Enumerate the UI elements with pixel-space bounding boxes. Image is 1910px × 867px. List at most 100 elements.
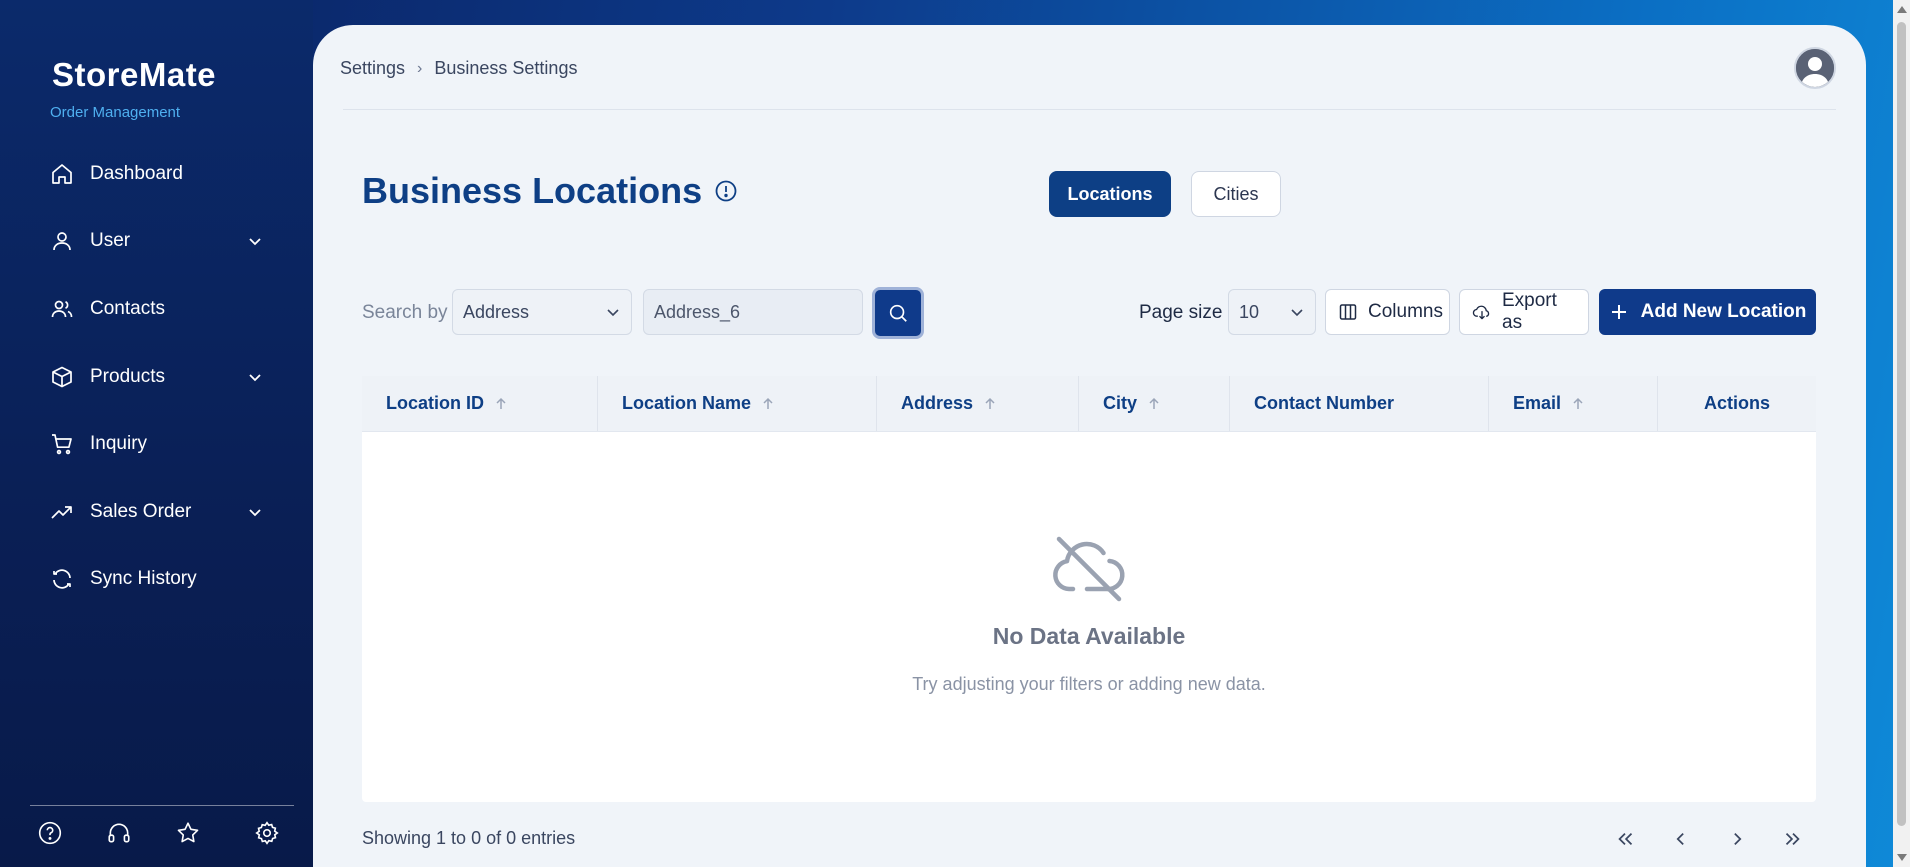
chevron-down-icon (247, 233, 263, 249)
sidebar-item-label: User (90, 230, 131, 252)
column-header-label: Address (901, 393, 974, 413)
column-header-actions: Actions (1658, 376, 1816, 431)
page-size-select[interactable]: 10 (1228, 289, 1316, 335)
add-new-location-button[interactable]: Add New Location (1599, 289, 1816, 335)
cloud-off-icon (1051, 531, 1127, 607)
sidebar-item-label: Sales Order (90, 500, 192, 522)
search-button[interactable] (872, 287, 924, 339)
pagination (1582, 826, 1806, 852)
page-scrollbar[interactable] (1893, 0, 1910, 867)
sidebar-item-label: Sync History (90, 568, 197, 590)
chevron-down-icon (605, 304, 621, 320)
users-icon (50, 297, 74, 321)
export-button[interactable]: Export as (1459, 289, 1589, 335)
entries-info: Showing 1 to 0 of 0 entries (362, 828, 576, 848)
arrow-up-icon (1147, 397, 1161, 411)
chevron-down-icon (247, 504, 263, 520)
columns-icon (1338, 302, 1358, 322)
scroll-up-arrow-icon[interactable] (1897, 6, 1907, 13)
search-by-select[interactable]: Address (452, 289, 632, 335)
sidebar: StoreMate Order Management Dashboard Use… (0, 0, 313, 867)
help-icon[interactable] (37, 820, 63, 846)
sidebar-item-label: Contacts (90, 297, 165, 319)
sidebar-item-label: Inquiry (90, 433, 148, 455)
column-header-label: Contact Number (1254, 393, 1395, 413)
chevron-down-icon (247, 369, 263, 385)
main-panel: Settings › Business Settings Business Lo… (313, 25, 1866, 867)
sidebar-item-contacts[interactable]: Contacts (0, 275, 313, 343)
column-header-label: Location ID (386, 393, 484, 413)
empty-state: No Data Available Try adjusting your fil… (362, 531, 1816, 695)
prev-page-icon[interactable] (1668, 826, 1694, 852)
box-icon (50, 365, 74, 389)
column-header-email[interactable]: Email (1489, 376, 1658, 431)
refresh-icon (50, 567, 74, 591)
breadcrumb-separator: › (417, 59, 423, 77)
info-icon[interactable] (714, 179, 738, 203)
sidebar-bottom-toolbar (37, 820, 280, 846)
sidebar-item-products[interactable]: Products (0, 343, 313, 411)
export-label: Export as (1502, 290, 1557, 333)
empty-state-description: Try adjusting your filters or adding new… (912, 674, 1266, 694)
brand-name: StoreMate (52, 56, 217, 93)
column-header-label: City (1103, 393, 1138, 413)
locations-table: Location ID Location Name Address City C… (362, 376, 1816, 802)
search-by-label: Search by (362, 302, 448, 323)
trending-up-icon (50, 500, 74, 524)
page-size-label: Page size (1139, 302, 1223, 323)
column-header-location-id[interactable]: Location ID (362, 376, 598, 431)
headset-icon[interactable] (106, 820, 132, 846)
arrow-up-icon (1571, 397, 1585, 411)
chevron-down-icon (1289, 304, 1305, 320)
column-header-label: Actions (1703, 393, 1770, 413)
column-header-label: Email (1513, 393, 1562, 413)
column-header-label: Location Name (622, 393, 752, 413)
scrollbar-thumb[interactable] (1897, 22, 1906, 826)
breadcrumb: Settings › Business Settings (340, 58, 577, 79)
settings-icon[interactable] (254, 820, 280, 846)
cart-icon (50, 432, 74, 456)
first-page-icon[interactable] (1612, 826, 1638, 852)
plus-icon (1609, 302, 1629, 322)
page-size-value: 10 (1239, 301, 1260, 322)
sidebar-nav: Dashboard User Contacts Products Inquiry… (0, 140, 313, 613)
columns-button[interactable]: Columns (1325, 289, 1450, 335)
arrow-up-icon (983, 397, 997, 411)
columns-label: Columns (1368, 301, 1443, 322)
column-header-contact-number[interactable]: Contact Number (1230, 376, 1489, 431)
cloud-download-icon (1472, 302, 1492, 322)
scroll-down-arrow-icon[interactable] (1897, 854, 1907, 861)
sidebar-item-dashboard[interactable]: Dashboard (0, 140, 313, 208)
sidebar-item-sales-order[interactable]: Sales Order (0, 478, 313, 546)
sidebar-item-user[interactable]: User (0, 208, 313, 276)
add-new-location-label: Add New Location (1640, 301, 1807, 322)
search-by-value: Address (463, 301, 530, 322)
avatar[interactable] (1794, 47, 1836, 89)
tab-locations[interactable]: Locations (1049, 171, 1171, 217)
last-page-icon[interactable] (1780, 826, 1806, 852)
sidebar-item-sync-history[interactable]: Sync History (0, 546, 313, 614)
breadcrumb-settings[interactable]: Settings (340, 58, 405, 79)
header-divider (343, 109, 1836, 110)
page-title-text: Business Locations (362, 170, 703, 211)
sidebar-divider (30, 805, 294, 806)
column-header-location-name[interactable]: Location Name (598, 376, 877, 431)
column-header-address[interactable]: Address (877, 376, 1079, 431)
brand-subtitle: Order Management (50, 104, 181, 121)
empty-state-title: No Data Available (992, 623, 1186, 649)
sidebar-item-inquiry[interactable]: Inquiry (0, 410, 313, 478)
home-icon (50, 162, 74, 186)
page-title: Business Locations (362, 170, 738, 212)
column-header-city[interactable]: City (1079, 376, 1230, 431)
search-input[interactable] (643, 289, 863, 335)
star-icon[interactable] (175, 820, 201, 846)
breadcrumb-business-settings: Business Settings (434, 58, 578, 78)
next-page-icon[interactable] (1724, 826, 1750, 852)
arrow-up-icon (494, 397, 508, 411)
sidebar-item-label: Products (90, 365, 165, 387)
arrow-up-icon (761, 397, 775, 411)
table-header: Location ID Location Name Address City C… (362, 376, 1816, 432)
brand-logo[interactable]: StoreMate Order Management (50, 56, 217, 121)
tab-cities[interactable]: Cities (1191, 171, 1281, 217)
sidebar-item-label: Dashboard (90, 162, 183, 184)
